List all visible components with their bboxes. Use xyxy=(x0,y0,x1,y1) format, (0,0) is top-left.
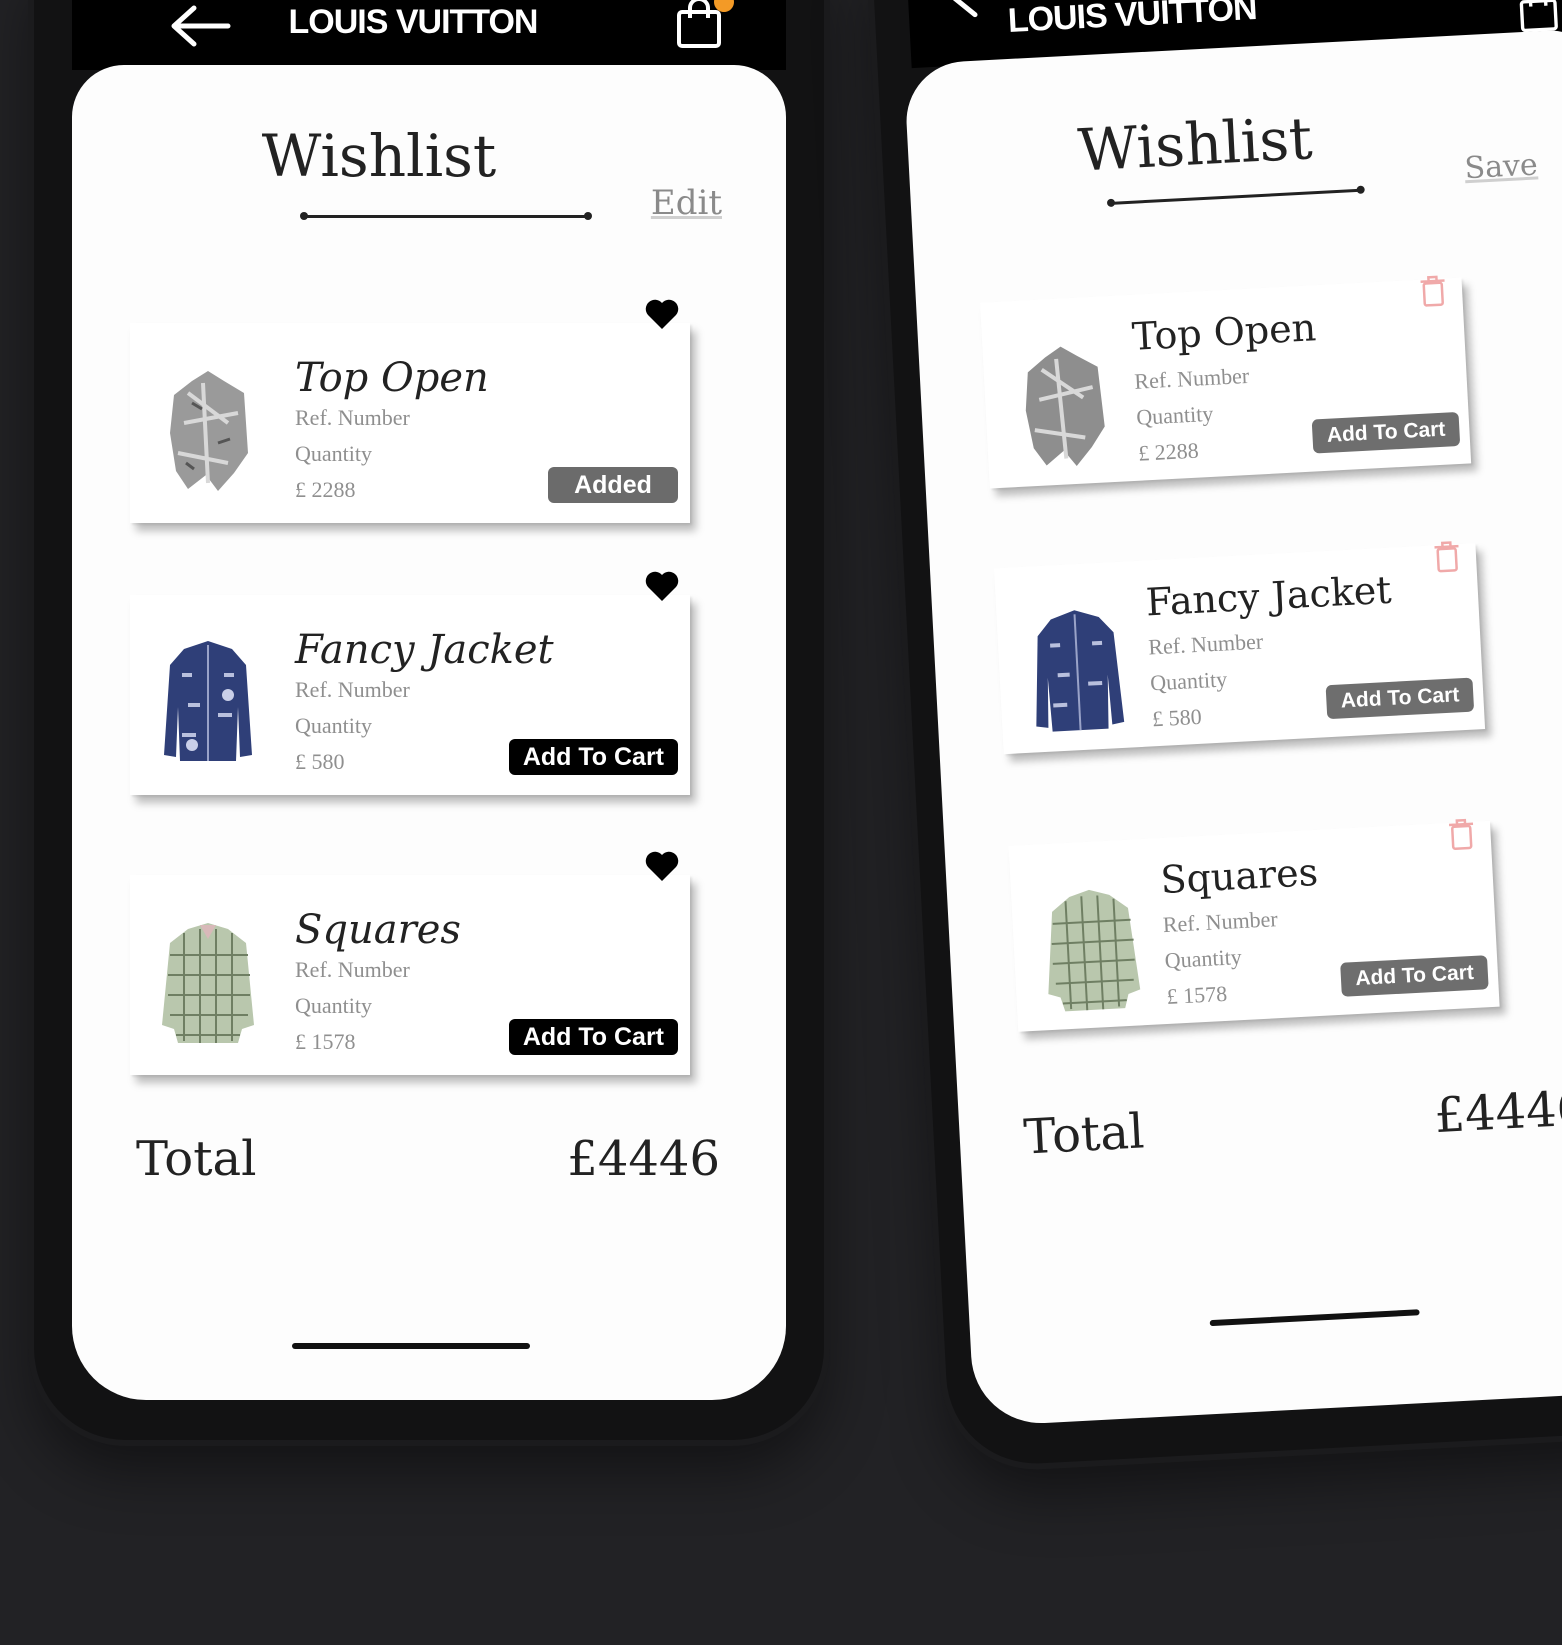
total-label: Total xyxy=(1022,1103,1146,1166)
product-quantity: Quantity xyxy=(295,993,372,1018)
product-price: £ 580 xyxy=(295,749,345,774)
wishlist-item-card: Fancy Jacket Ref. Number Quantity £ 580 … xyxy=(130,571,690,795)
title-underline xyxy=(1110,188,1361,205)
add-to-cart-button[interactable]: Add To Cart xyxy=(1325,677,1475,720)
product-image-top-open xyxy=(170,371,248,491)
trash-icon[interactable] xyxy=(1433,540,1461,573)
product-ref: Ref. Number xyxy=(1133,362,1250,394)
product-ref: Ref. Number xyxy=(1147,628,1264,660)
heart-icon[interactable] xyxy=(644,849,680,883)
home-indicator xyxy=(292,1343,530,1349)
phone-right: LOUIS VUITTON Wishlist Save Top Open Ref… xyxy=(872,0,1562,1468)
add-to-cart-button[interactable]: Add To Cart xyxy=(508,1019,678,1055)
wishlist-item-card: Top Open Ref. Number Quantity £ 2288 Add… xyxy=(980,275,1472,489)
total-value: £4446 xyxy=(567,1131,720,1187)
product-name: Top Open xyxy=(295,355,489,401)
title-underline xyxy=(300,212,592,220)
wishlist-item-card: Squares Ref. Number Quantity £ 1578 Add … xyxy=(1008,818,1500,1032)
wishlist-screen: Wishlist Edit Top Open Ref. Number Quant… xyxy=(72,65,786,1400)
home-indicator xyxy=(1209,1309,1420,1327)
product-price: £ 2288 xyxy=(295,477,356,502)
product-price: £ 2288 xyxy=(1137,437,1200,466)
product-name: Top Open xyxy=(1130,305,1318,359)
product-price: £ 580 xyxy=(1151,703,1203,732)
wishlist-item-card: Fancy Jacket Ref. Number Quantity £ 580 … xyxy=(994,540,1486,755)
product-image-fancy-jacket xyxy=(1036,610,1125,732)
product-ref: Ref. Number xyxy=(1162,906,1279,938)
wishlist-item-card: Top Open Ref. Number Quantity £ 2288 Add… xyxy=(130,299,690,523)
product-name: Fancy Jacket xyxy=(295,627,554,673)
total-label: Total xyxy=(136,1131,257,1187)
product-image-squares xyxy=(162,923,254,1043)
page-title: Wishlist xyxy=(1076,104,1314,185)
product-quantity: Quantity xyxy=(295,713,372,738)
product-name: Squares xyxy=(1159,849,1320,903)
add-to-cart-button[interactable]: Add To Cart xyxy=(508,739,678,775)
product-quantity: Quantity xyxy=(295,441,372,466)
heart-icon[interactable] xyxy=(644,569,680,603)
phone-left: LOUIS VUITTON Wishlist Edit Top Open Ref… xyxy=(34,0,824,1440)
product-price: £ 1578 xyxy=(1165,980,1228,1009)
product-price: £ 1578 xyxy=(295,1029,356,1054)
product-name: Fancy Jacket xyxy=(1144,567,1393,625)
product-ref: Ref. Number xyxy=(295,405,410,430)
page-title: Wishlist xyxy=(261,122,497,190)
product-image-top-open xyxy=(1025,346,1105,466)
trash-icon[interactable] xyxy=(1448,818,1476,851)
total-value: £4446 xyxy=(1433,1080,1562,1145)
product-ref: Ref. Number xyxy=(295,957,410,982)
product-quantity: Quantity xyxy=(1135,400,1214,430)
add-to-cart-button[interactable]: Add To Cart xyxy=(1340,955,1489,997)
product-quantity: Quantity xyxy=(1164,944,1243,974)
product-quantity: Quantity xyxy=(1149,666,1228,696)
product-image-squares xyxy=(1048,889,1141,1012)
add-to-cart-button[interactable]: Add To Cart xyxy=(1312,411,1461,454)
edit-link[interactable]: Edit xyxy=(651,183,722,223)
trash-icon[interactable] xyxy=(1419,274,1447,307)
added-button[interactable]: Added xyxy=(548,467,678,503)
product-ref: Ref. Number xyxy=(295,677,410,702)
wishlist-item-card: Squares Ref. Number Quantity £ 1578 Add … xyxy=(130,851,690,1075)
product-image-fancy-jacket xyxy=(164,641,252,761)
product-name: Squares xyxy=(295,907,461,953)
save-link[interactable]: Save xyxy=(1464,147,1539,186)
wishlist-screen: Wishlist Save Top Open Ref. Number Quant… xyxy=(903,28,1562,1427)
heart-icon[interactable] xyxy=(644,297,680,331)
